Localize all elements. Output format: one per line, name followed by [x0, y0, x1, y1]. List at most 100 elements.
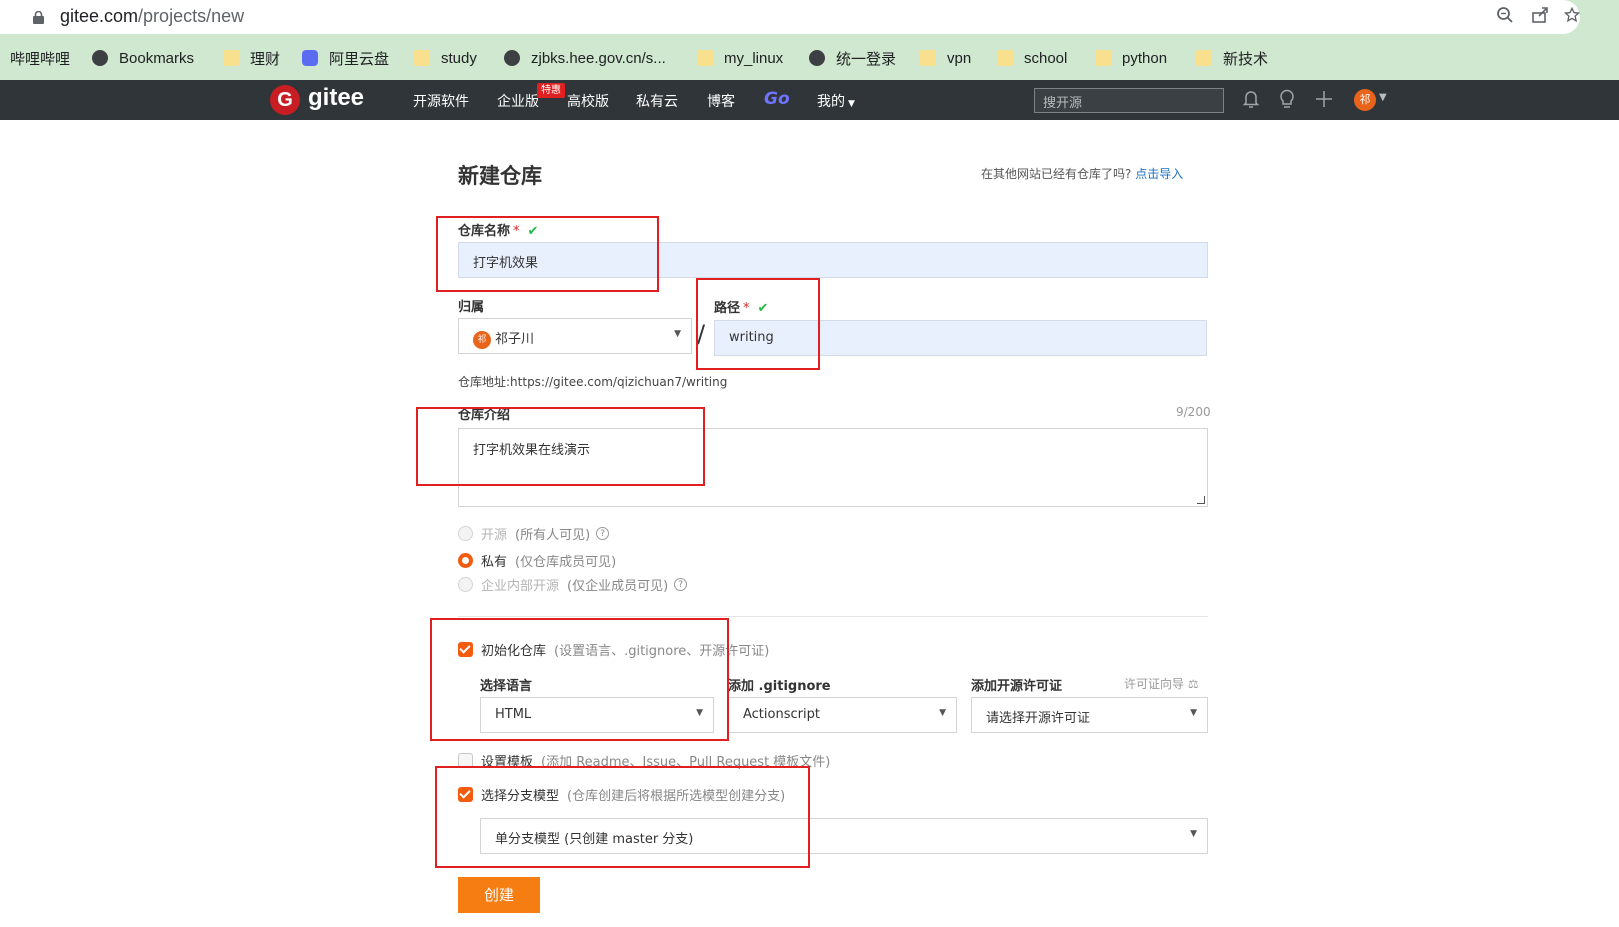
chevron-down-icon: ▼: [1190, 708, 1197, 718]
resize-handle-icon[interactable]: [1197, 496, 1205, 504]
folder-icon: [1095, 50, 1111, 66]
bookmark-licai[interactable]: 理财: [223, 47, 280, 69]
nav-go[interactable]: Go: [764, 89, 790, 109]
repo-name-input[interactable]: 打字机效果: [458, 242, 1208, 278]
radio-enterprise-internal[interactable]: 企业内部开源 (仅企业成员可见) ?: [458, 575, 688, 594]
nav-mine[interactable]: 我的 ▼: [817, 91, 855, 111]
bookmark-label: 阿里云盘: [329, 50, 390, 68]
radio-button-selected[interactable]: [458, 552, 473, 568]
repo-address: 仓库地址:https://gitee.com/qizichuan7/writin…: [458, 373, 727, 390]
bookmark-python[interactable]: python: [1095, 47, 1167, 69]
path-input[interactable]: writing: [714, 320, 1207, 356]
language-select[interactable]: HTML ▼: [480, 697, 714, 733]
path-separator: /: [697, 320, 706, 348]
create-button[interactable]: 创建: [458, 877, 540, 913]
lightbulb-icon[interactable]: [1278, 89, 1296, 109]
help-icon[interactable]: ?: [596, 526, 610, 540]
bookmark-aliyun[interactable]: 阿里云盘: [302, 47, 389, 69]
nav-search-input[interactable]: 搜开源: [1034, 88, 1224, 113]
branch-model-select[interactable]: 单分支模型 (只创建 master 分支) ▼: [480, 818, 1208, 854]
bookmark-label: school: [1024, 49, 1068, 67]
radio-hint: (仅仓库成员可见): [515, 554, 617, 570]
bookmark-vpn[interactable]: vpn: [920, 47, 971, 69]
language-label: 选择语言: [480, 679, 533, 694]
nav-mine-label: 我的: [817, 94, 845, 110]
owner-value: 祁子川: [495, 332, 535, 347]
repo-name-label: 仓库名称 * ✔: [458, 220, 538, 239]
import-hint-text: 在其他网站已经有仓库了吗?: [981, 167, 1132, 181]
bookmark-school[interactable]: school: [997, 47, 1067, 69]
intro-char-counter: 9/200: [1176, 405, 1211, 419]
path-label: 路径 * ✔: [714, 297, 768, 316]
template-checkbox-row[interactable]: 设置模板 (添加 Readme、Issue、Pull Request 模板文件): [458, 751, 830, 770]
url-box[interactable]: gitee.com/projects/new: [0, 0, 1580, 34]
url-path: /projects/new: [138, 6, 245, 26]
bookmark-label: python: [1122, 49, 1168, 67]
bookmark-label: 哔哩哔哩: [10, 50, 71, 68]
checkbox-checked[interactable]: [458, 787, 473, 802]
nav-private-cloud[interactable]: 私有云: [636, 91, 678, 111]
intro-value: 打字机效果在线演示: [473, 443, 591, 458]
radio-open-source[interactable]: 开源 (所有人可见) ?: [458, 524, 610, 543]
chevron-down-icon: ▼: [939, 708, 946, 718]
folder-icon: [1196, 50, 1212, 66]
license-select[interactable]: 请选择开源许可证 ▼: [971, 697, 1208, 733]
bookmark-bookmarks[interactable]: Bookmarks: [92, 47, 194, 69]
bookmark-label: zjbks.hee.gov.cn/s...: [531, 49, 666, 67]
owner-select[interactable]: 祁祁子川 ▼: [458, 318, 692, 354]
bookmark-new-tech[interactable]: 新技术: [1196, 47, 1268, 69]
radio-label: 企业内部开源: [481, 578, 560, 594]
bookmark-my-linux[interactable]: my_linux: [697, 47, 783, 69]
owner-avatar: 祁: [473, 330, 491, 349]
star-icon[interactable]: [1564, 6, 1580, 24]
nav-enterprise[interactable]: 企业版: [497, 91, 539, 111]
url-text[interactable]: gitee.com/projects/new: [60, 6, 244, 27]
bell-icon[interactable]: [1242, 89, 1260, 109]
bookmark-label: Bookmarks: [119, 49, 195, 67]
bookmark-label: 新技术: [1223, 50, 1269, 68]
bookmark-zjbks[interactable]: zjbks.hee.gov.cn/s...: [504, 47, 666, 69]
intro-label: 仓库介绍: [458, 408, 511, 423]
aliyun-drive-icon: [302, 50, 318, 66]
share-icon[interactable]: [1531, 6, 1549, 24]
license-guide-link[interactable]: 许可证向导 ⚖: [1124, 675, 1199, 692]
globe-icon: [809, 50, 825, 66]
bookmark-login[interactable]: 统一登录: [809, 47, 896, 69]
user-avatar[interactable]: 祁: [1354, 89, 1376, 111]
required-mark: *: [513, 224, 520, 239]
repo-name-label-text: 仓库名称: [458, 224, 511, 239]
nav-blog[interactable]: 博客: [707, 91, 735, 111]
checkbox-checked[interactable]: [458, 642, 473, 657]
help-icon[interactable]: ?: [674, 577, 688, 591]
repo-address-value: https://gitee.com/qizichuan7/writing: [510, 375, 728, 389]
gitee-logo-icon[interactable]: G: [270, 85, 300, 115]
gitignore-value: Actionscript: [743, 707, 820, 722]
chevron-down-icon: ▼: [674, 329, 681, 339]
radio-private[interactable]: 私有 (仅仓库成员可见): [458, 551, 617, 570]
required-mark: *: [743, 301, 750, 316]
intro-textarea[interactable]: 打字机效果在线演示: [458, 428, 1208, 507]
nav-open-source[interactable]: 开源软件: [413, 91, 469, 111]
gitignore-label: 添加 .gitignore: [728, 679, 831, 694]
license-label: 添加开源许可证: [971, 679, 1063, 694]
bookmark-study[interactable]: study: [414, 47, 477, 69]
globe-icon: [92, 50, 108, 66]
init-repo-checkbox-row[interactable]: 初始化仓库 (设置语言、.gitignore、开源许可证): [458, 640, 769, 659]
bookmark-bilibili[interactable]: 哔哩哔哩: [10, 47, 70, 69]
bookmark-label: vpn: [947, 49, 972, 67]
nav-education[interactable]: 高校版: [567, 91, 609, 111]
plus-icon[interactable]: [1315, 89, 1333, 109]
gitignore-select[interactable]: Actionscript ▼: [728, 697, 957, 733]
folder-icon: [414, 50, 430, 66]
chevron-down-icon[interactable]: ▼: [1379, 92, 1387, 103]
radio-button[interactable]: [458, 525, 473, 541]
checkbox-unchecked[interactable]: [458, 753, 473, 768]
gitee-logo-text[interactable]: gitee: [308, 84, 364, 112]
template-hint: (添加 Readme、Issue、Pull Request 模板文件): [541, 755, 831, 770]
zoom-icon[interactable]: [1496, 6, 1514, 24]
folder-icon: [920, 50, 936, 66]
section-divider: [458, 616, 1208, 617]
branch-model-checkbox-row[interactable]: 选择分支模型 (仓库创建后将根据所选模型创建分支): [458, 785, 785, 804]
radio-button[interactable]: [458, 576, 473, 592]
import-link[interactable]: 点击导入: [1135, 167, 1183, 181]
